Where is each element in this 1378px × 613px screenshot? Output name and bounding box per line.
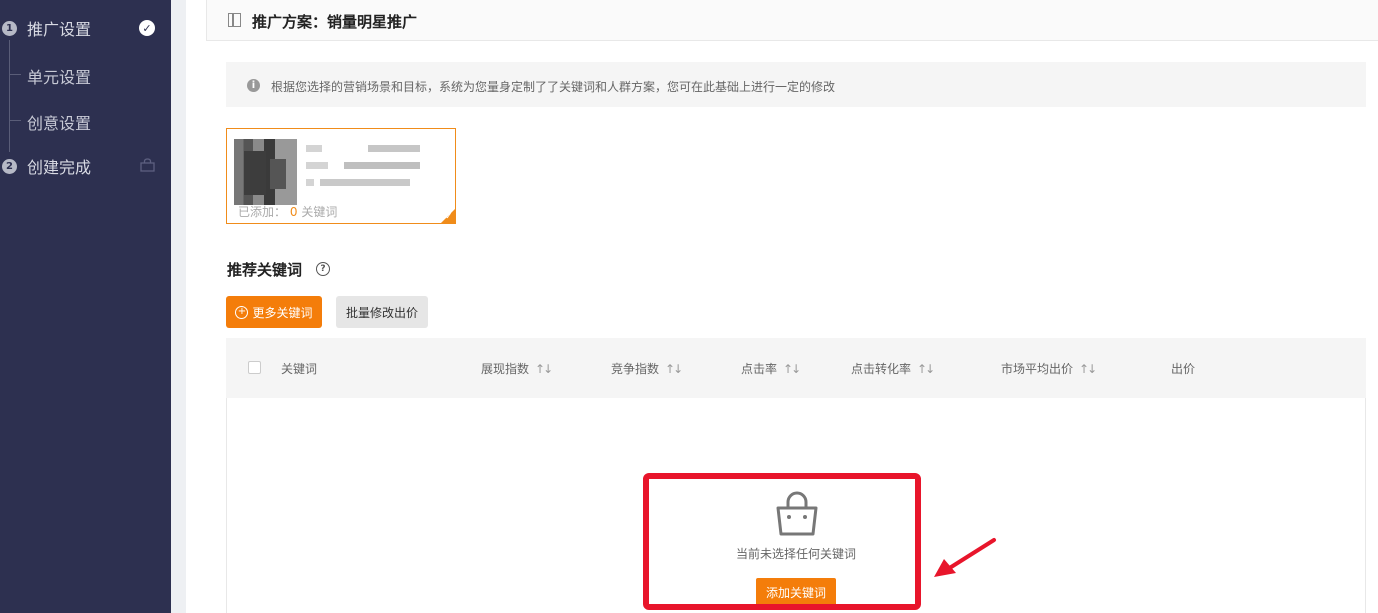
sort-icon[interactable]: ↑↓ — [1079, 362, 1097, 376]
column-label: 竞争指数 — [611, 362, 660, 376]
highlight-annotation — [643, 473, 921, 610]
blurred-text — [368, 145, 420, 152]
check-icon: ✓ — [139, 20, 155, 36]
sidebar-item-creative-settings[interactable]: 创意设置 — [27, 110, 91, 134]
help-icon[interactable]: ? — [316, 262, 330, 276]
check-icon: ✓ — [445, 212, 453, 222]
tree-tick — [9, 120, 21, 121]
added-count: 0 — [289, 205, 298, 219]
step-label: 推广设置 — [27, 20, 92, 39]
sidebar-item-unit-settings[interactable]: 单元设置 — [27, 64, 91, 88]
plan-icon — [228, 13, 241, 27]
column-conversion-rate[interactable]: 点击转化率 ↑↓ — [851, 360, 935, 377]
blurred-text — [306, 162, 328, 169]
column-label: 点击率 — [741, 362, 778, 376]
step-label: 创建完成 — [27, 158, 92, 177]
column-bid: 出价 — [1171, 362, 1196, 376]
sidebar — [0, 0, 171, 613]
column-click-rate[interactable]: 点击率 ↑↓ — [741, 360, 801, 377]
sort-icon[interactable]: ↑↓ — [535, 362, 553, 376]
plus-circle-icon: + — [235, 305, 249, 319]
column-competition-index[interactable]: 竞争指数 ↑↓ — [611, 360, 683, 377]
more-keywords-button[interactable]: + 更多关键词 — [226, 296, 322, 328]
step-creation-complete[interactable]: 2 创建完成 — [0, 156, 92, 177]
annotation-arrow-icon — [934, 538, 996, 577]
product-thumbnail — [234, 139, 297, 205]
added-suffix: 关键词 — [301, 205, 338, 219]
tree-tick — [9, 74, 21, 75]
added-prefix: 已添加： — [238, 205, 287, 219]
added-count-text: 已添加： 0 关键词 — [238, 203, 337, 220]
button-label: 更多关键词 — [252, 305, 313, 320]
page-title: 推广方案：销量明星推广 — [252, 13, 418, 31]
info-icon: i — [247, 79, 260, 92]
blurred-text — [320, 179, 410, 186]
batch-edit-bid-button[interactable]: 批量修改出价 — [336, 296, 428, 328]
step-promotion-settings[interactable]: 1 推广设置 — [0, 18, 92, 39]
column-label: 展现指数 — [481, 362, 530, 376]
sort-icon[interactable]: ↑↓ — [783, 362, 801, 376]
column-label: 市场平均出价 — [1001, 362, 1074, 376]
column-impression-index[interactable]: 展现指数 ↑↓ — [481, 360, 553, 377]
column-keyword: 关键词 — [281, 362, 318, 376]
step-number: 2 — [2, 158, 17, 174]
blurred-text — [344, 162, 420, 169]
tree-line — [9, 40, 10, 152]
blurred-text — [306, 179, 314, 186]
column-market-avg-bid[interactable]: 市场平均出价 ↑↓ — [1001, 360, 1097, 377]
step-number: 1 — [2, 20, 17, 36]
sort-icon[interactable]: ↑↓ — [917, 362, 935, 376]
select-all-checkbox[interactable] — [248, 361, 261, 374]
info-text: 根据您选择的营销场景和目标，系统为您量身定制了了关键词和人群方案，您可在此基础上… — [271, 80, 836, 94]
lock-icon — [140, 158, 155, 172]
column-label: 点击转化率 — [851, 362, 912, 376]
blurred-text — [306, 145, 322, 152]
section-title: 推荐关键词 — [227, 261, 303, 279]
sidebar-gutter — [171, 0, 186, 613]
sort-icon[interactable]: ↑↓ — [665, 362, 683, 376]
